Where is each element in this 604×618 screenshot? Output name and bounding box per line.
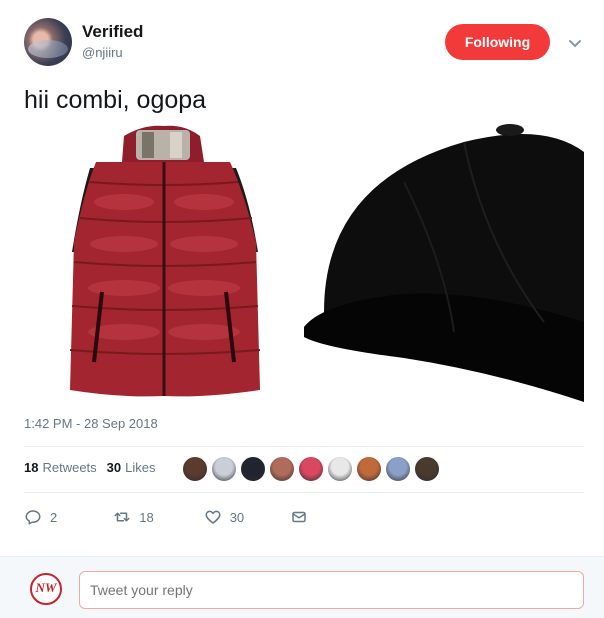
following-button[interactable]: Following: [445, 24, 550, 60]
red-puffer-vest-image[interactable]: [69, 125, 261, 397]
envelope-icon: [292, 511, 306, 523]
liker-avatar[interactable]: [385, 456, 411, 482]
heart-icon: [205, 510, 221, 524]
author-avatar[interactable]: [24, 18, 72, 66]
author-name[interactable]: Verified: [82, 22, 143, 42]
black-baseball-cap-image[interactable]: [304, 124, 584, 402]
tweet-timestamp[interactable]: 1:42 PM - 28 Sep 2018: [24, 416, 158, 431]
retweets-stat[interactable]: 18 Retweets: [24, 460, 97, 475]
likers-avatars: [182, 456, 443, 482]
liker-avatar[interactable]: [240, 456, 266, 482]
user-avatar[interactable]: NW: [30, 573, 62, 605]
retweet-count: 18: [139, 509, 154, 525]
like-count: 30: [229, 509, 245, 525]
liker-avatar[interactable]: [298, 456, 324, 482]
tweet-card: Verified @njiiru Following hii combi, og…: [0, 0, 604, 556]
liker-avatar[interactable]: [182, 456, 208, 482]
tweet-actions: 2 18 30: [24, 508, 316, 526]
likes-stat[interactable]: 30 Likes: [107, 460, 156, 475]
liker-avatar[interactable]: [356, 456, 382, 482]
reply-action[interactable]: 2: [24, 508, 57, 526]
liker-avatar[interactable]: [327, 456, 353, 482]
avatar-logo-text: NW: [35, 580, 57, 595]
liker-avatar[interactable]: [269, 456, 295, 482]
divider: [24, 492, 584, 493]
likes-count: 30: [106, 460, 122, 475]
tweet-media[interactable]: [24, 122, 584, 402]
reply-input[interactable]: [79, 571, 584, 609]
tweet-text: hii combi, ogopa: [24, 86, 207, 114]
retweets-count: 18: [24, 460, 39, 475]
author-handle[interactable]: @njiiru: [82, 45, 123, 60]
reply-bar: NW: [0, 556, 604, 618]
liker-avatar[interactable]: [211, 456, 237, 482]
retweets-label: Retweets: [42, 460, 97, 475]
reply-icon: [25, 510, 41, 525]
divider: [24, 446, 584, 447]
retweet-icon: [114, 512, 130, 522]
direct-message-action[interactable]: [290, 508, 316, 526]
liker-avatar[interactable]: [414, 456, 440, 482]
like-action[interactable]: 30: [204, 508, 244, 526]
chevron-down-icon[interactable]: [566, 34, 584, 52]
retweet-action[interactable]: 18: [113, 508, 154, 526]
tweet-stats: 18 Retweets 30 Likes: [24, 460, 166, 475]
likes-label: Likes: [125, 460, 156, 475]
reply-count: 2: [50, 509, 58, 525]
